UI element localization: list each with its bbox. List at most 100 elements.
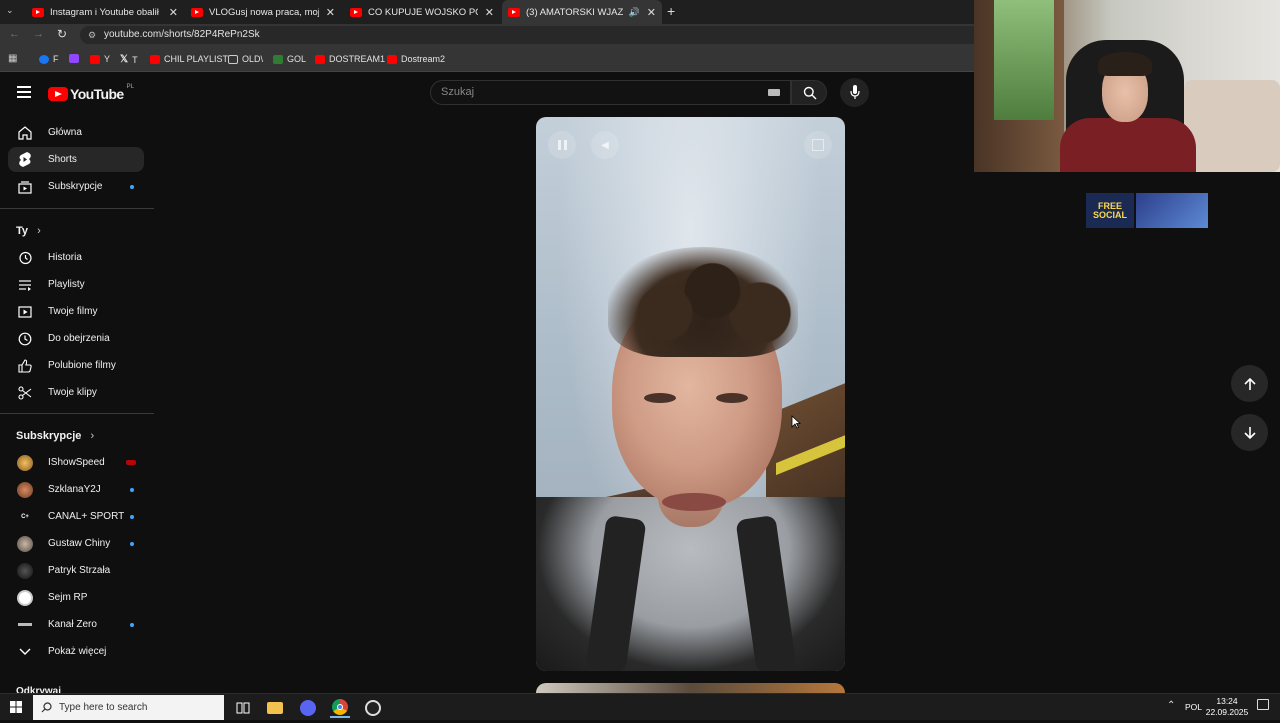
sidebar-channel-gustaw-chiny[interactable]: Gustaw Chiny: [8, 531, 144, 556]
bookmark-chil-playlist[interactable]: CHIL PLAYLIST: [150, 54, 228, 64]
obs-app-icon[interactable]: [363, 698, 383, 718]
url-field[interactable]: ⚙ youtube.com/shorts/82P4RePn2Sk: [80, 26, 980, 44]
discord-app-icon[interactable]: [298, 698, 318, 718]
sidebar-item-history[interactable]: Historia: [8, 245, 144, 270]
subscriptions-icon: [10, 180, 40, 194]
youtube-icon: [150, 54, 160, 64]
search-icon: [41, 702, 52, 713]
playlist-icon: [10, 278, 40, 292]
input-language[interactable]: POL: [1185, 702, 1202, 712]
free-social-label: FREE SOCIAL: [1092, 200, 1127, 220]
voice-search-button[interactable]: [840, 78, 869, 107]
sidebar-item-shorts[interactable]: Shorts: [8, 147, 144, 172]
clock-time: 13:24: [1216, 696, 1238, 706]
windows-start-icon[interactable]: [10, 701, 22, 713]
reload-icon[interactable]: ↻: [57, 27, 67, 41]
forward-icon[interactable]: →: [33, 28, 44, 40]
sidebar-item-label: Do obejrzenia: [48, 333, 110, 344]
video-person-mouth: [662, 493, 726, 511]
chrome-app-icon[interactable]: [330, 698, 350, 718]
volume-button[interactable]: ◀: [591, 131, 619, 159]
search-button[interactable]: [791, 80, 827, 105]
sidebar-item-subscriptions[interactable]: Subskrypcje: [8, 174, 144, 199]
bookmark-t[interactable]: 𝕏 T: [120, 54, 138, 65]
sidebar-item-home[interactable]: Główna: [8, 120, 144, 145]
sidebar-channel-szklanay2j[interactable]: SzklanaY2J: [8, 477, 144, 502]
mouse-cursor-icon: [791, 415, 801, 429]
previous-short-button[interactable]: [1231, 365, 1268, 402]
sidebar-item-your-videos[interactable]: Twoje filmy: [8, 299, 144, 324]
back-icon[interactable]: ←: [9, 28, 20, 40]
free-social-badge: FREE SOCIAL: [1086, 193, 1208, 228]
new-content-dot: [130, 184, 134, 189]
youtube-logo[interactable]: YouTube PL: [48, 84, 134, 102]
youtube-favicon-icon: [508, 7, 520, 17]
search-icon: [803, 86, 817, 100]
tab-1-label: Instagram i Youtube obalił pań: [50, 6, 160, 18]
tray-overflow-chevron-icon[interactable]: ⌃: [1167, 700, 1175, 711]
bookmark-y[interactable]: Y: [90, 54, 110, 64]
sidebar-item-label: Twoje filmy: [48, 306, 98, 317]
you-section-header[interactable]: Ty ›: [16, 225, 41, 237]
next-short-preview[interactable]: [536, 683, 845, 693]
tab-2-label: VLOGusj nowa praca, moje prz: [209, 6, 319, 18]
explore-section-header: Odkrywaj: [16, 686, 62, 693]
tab-4-active[interactable]: (3) AMATORSKI WJAZD W 🔊 ✕: [502, 0, 662, 24]
youtube-favicon-icon: [32, 7, 44, 17]
fullscreen-button[interactable]: [804, 131, 832, 159]
thumbs-up-icon: [10, 358, 40, 373]
taskbar-search-input[interactable]: Type here to search: [33, 695, 224, 720]
sidebar-channel-sejm-rp[interactable]: Sejm RP: [8, 585, 144, 610]
tab-3[interactable]: CO KUPUJE WOJSKO POLSKIE? ✕: [344, 0, 500, 24]
channel-name: Sejm RP: [48, 592, 88, 603]
sidebar-item-label: Główna: [48, 127, 82, 138]
keyboard-icon[interactable]: [768, 89, 780, 96]
pause-button[interactable]: [548, 131, 576, 159]
sidebar-channel-canal-sport[interactable]: C+ CANAL+ SPORT: [8, 504, 144, 529]
shorts-video-player[interactable]: ◀: [536, 117, 845, 671]
bookmark-twitch[interactable]: [69, 54, 79, 63]
close-tab-icon[interactable]: ✕: [485, 6, 494, 19]
youtube-favicon-icon: [350, 7, 362, 17]
close-tab-icon[interactable]: ✕: [169, 6, 178, 19]
close-tab-icon[interactable]: ✕: [647, 6, 656, 19]
sidebar-channel-kanal-zero[interactable]: Kanał Zero: [8, 612, 144, 637]
sidebar-channel-ishowspeed[interactable]: IShowSpeed: [8, 450, 144, 475]
sidebar-show-more[interactable]: Pokaż więcej: [8, 639, 144, 664]
webcam-overlay: [974, 0, 1280, 172]
chevron-right-icon: ›: [37, 225, 41, 237]
sidebar-channel-patryk-strzala[interactable]: Patryk Strzała: [8, 558, 144, 583]
history-icon: [10, 251, 40, 265]
close-tab-icon[interactable]: ✕: [326, 6, 335, 19]
task-view-icon[interactable]: [233, 698, 253, 718]
bookmark-dostream2[interactable]: Dostream2: [387, 54, 445, 64]
tab-2[interactable]: VLOGusj nowa praca, moje prz ✕: [185, 0, 341, 24]
tab-search-icon[interactable]: ⌄: [6, 5, 14, 16]
bookmark-dostream1[interactable]: DOSTREAM1: [315, 54, 385, 64]
bookmark-gol[interactable]: GOL: [273, 54, 306, 64]
file-explorer-icon[interactable]: [265, 698, 285, 718]
audio-playing-icon[interactable]: 🔊: [629, 7, 640, 18]
bookmark-old[interactable]: OLD\: [228, 54, 263, 64]
bookmark-label: GOL: [287, 54, 307, 64]
new-tab-icon[interactable]: +: [667, 3, 675, 19]
apps-grid-icon[interactable]: ▦: [8, 53, 17, 64]
tab-1[interactable]: Instagram i Youtube obalił pań ✕: [26, 0, 184, 24]
taskbar-clock[interactable]: 13:24 22.09.2025: [1205, 696, 1249, 718]
search-input[interactable]: Szukaj: [430, 80, 791, 105]
sidebar-item-watch-later[interactable]: Do obejrzenia: [8, 326, 144, 351]
subscriptions-section-header[interactable]: Subskrypcje ›: [16, 430, 94, 442]
sidebar-item-clips[interactable]: Twoje klipy: [8, 380, 144, 405]
next-short-button[interactable]: [1231, 414, 1268, 451]
gol-icon: [273, 54, 283, 64]
bookmark-f[interactable]: F: [39, 54, 59, 64]
new-content-dot: [130, 622, 134, 627]
site-info-icon[interactable]: ⚙: [88, 26, 96, 44]
notification-icon[interactable]: [1257, 699, 1269, 710]
sidebar-item-playlists[interactable]: Playlisty: [8, 272, 144, 297]
search-placeholder: Szukaj: [441, 86, 475, 98]
discord-icon: [1136, 193, 1208, 228]
hamburger-menu-icon[interactable]: [17, 86, 31, 98]
arrow-down-icon: [1243, 426, 1256, 439]
sidebar-item-liked[interactable]: Polubione filmy: [8, 353, 144, 378]
